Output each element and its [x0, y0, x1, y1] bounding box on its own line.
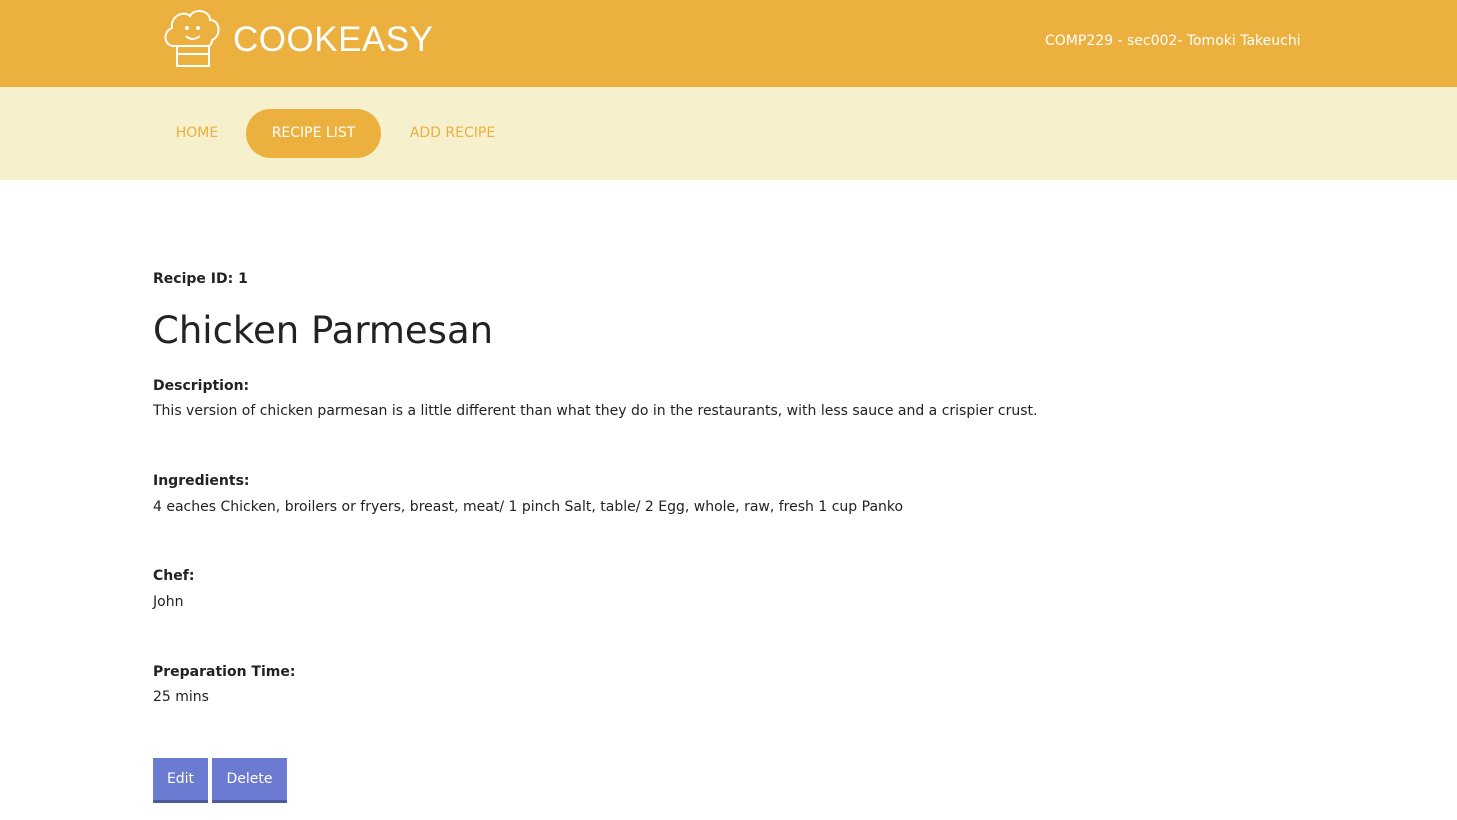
course-info: COMP229 - sec002- Tomoki Takeuchi: [1045, 33, 1301, 49]
description-text: This version of chicken parmesan is a li…: [153, 403, 1038, 419]
description-label: Description:: [153, 378, 250, 394]
nav-add-recipe[interactable]: ADD RECIPE: [392, 109, 513, 158]
nav-recipe-list[interactable]: RECIPE LIST: [246, 109, 381, 158]
chef-hat-icon[interactable]: [160, 6, 224, 70]
chef-label: Chef:: [153, 568, 195, 584]
prep-time-label: Preparation Time:: [153, 664, 296, 680]
ingredients-text: 4 eaches Chicken, broilers or fryers, br…: [153, 499, 904, 515]
main-nav: HOME RECIPE LIST ADD RECIPE: [0, 87, 1457, 180]
delete-button[interactable]: Delete: [212, 758, 287, 800]
ingredients-label: Ingredients:: [153, 473, 250, 489]
recipe-id: Recipe ID: 1: [153, 271, 248, 287]
brand-title[interactable]: COOKEASY: [233, 20, 433, 60]
top-header: COOKEASY COMP229 - sec002- Tomoki Takeuc…: [0, 0, 1457, 87]
nav-home[interactable]: HOME: [154, 109, 240, 158]
prep-time-value: 25 mins: [153, 689, 209, 705]
edit-button[interactable]: Edit: [153, 758, 208, 800]
recipe-title: Chicken Parmesan: [153, 309, 494, 352]
chef-name: John: [153, 594, 184, 610]
